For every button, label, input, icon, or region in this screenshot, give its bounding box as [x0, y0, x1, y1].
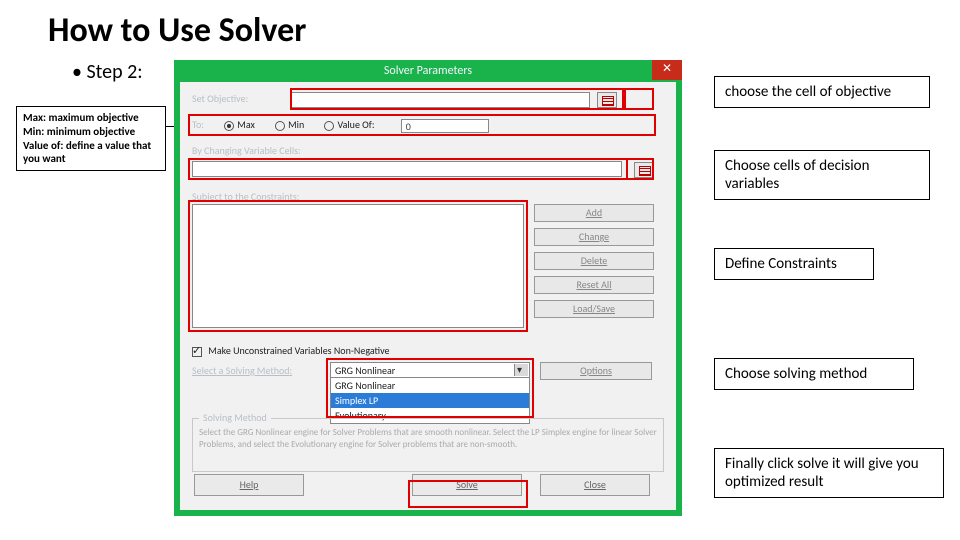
- annotation-objective: choose the cell of objective: [714, 76, 930, 108]
- page-title: How to Use Solver: [48, 10, 306, 51]
- by-changing-label: By Changing Variable Cells:: [192, 144, 301, 157]
- row-by-changing: By Changing Variable Cells:: [192, 144, 664, 177]
- options-button-wrap: Options: [540, 362, 652, 380]
- annotation-solve: Finally click solve it will give you opt…: [714, 448, 944, 498]
- left-note-box: Max: maximum objective Min: minimum obje…: [16, 106, 166, 171]
- radio-dot-icon: [324, 121, 334, 131]
- add-button[interactable]: Add: [534, 204, 654, 222]
- subject-label: Subject to the Constraints:: [192, 190, 664, 203]
- set-objective-label: Set Objective:: [192, 92, 288, 105]
- radio-max[interactable]: Max: [224, 118, 255, 131]
- row-to: To: Max Min Value Of: 0: [192, 118, 664, 133]
- close-button[interactable]: ✕: [652, 60, 682, 80]
- solve-button[interactable]: Solve: [412, 474, 522, 496]
- step-label: • Step 2:: [72, 60, 143, 84]
- nonnegative-label: Make Unconstrained Variables Non-Negativ…: [208, 344, 389, 357]
- dialog-body: Set Objective: To: Max Min Value Of: 0 B…: [180, 82, 676, 510]
- dialog-title: Solver Parameters: [174, 60, 682, 82]
- help-button[interactable]: Help: [194, 474, 304, 496]
- annotation-variables: Choose cells of decision variables: [714, 150, 930, 200]
- nonnegative-checkbox[interactable]: [192, 347, 202, 357]
- load-save-button[interactable]: Load/Save: [534, 300, 654, 318]
- options-button[interactable]: Options: [540, 362, 652, 380]
- variable-cells-input[interactable]: [192, 161, 622, 177]
- left-note-line-3: Value of: define a value that you want: [23, 139, 159, 167]
- reset-all-button[interactable]: Reset All: [534, 276, 654, 294]
- solving-method-header: Solving Method: [199, 411, 271, 424]
- close-dialog-button[interactable]: Close: [540, 474, 650, 496]
- change-button[interactable]: Change: [534, 228, 654, 246]
- method-select-box[interactable]: GRG Nonlinear: [330, 362, 530, 378]
- dialog-footer: Help Solve Close: [180, 474, 676, 504]
- to-label: To:: [192, 118, 222, 131]
- annotation-constraints: Define Constraints: [714, 248, 874, 280]
- chevron-down-icon[interactable]: [514, 364, 528, 376]
- dialog-titlebar: Solver Parameters ✕: [174, 60, 682, 82]
- radio-dot-icon: [275, 121, 285, 131]
- radio-min[interactable]: Min: [275, 118, 304, 131]
- constraints-list[interactable]: [192, 204, 524, 328]
- radio-dot-icon: [224, 121, 234, 131]
- pick-objective-icon[interactable]: [597, 92, 617, 108]
- annotation-method: Choose solving method: [714, 358, 914, 390]
- method-option-simplex[interactable]: Simplex LP: [331, 393, 529, 408]
- method-selector[interactable]: GRG Nonlinear GRG Nonlinear Simplex LP E…: [330, 362, 530, 424]
- method-option-grg[interactable]: GRG Nonlinear: [331, 378, 529, 393]
- set-objective-input[interactable]: [290, 92, 590, 108]
- radio-max-label: Max: [237, 118, 255, 131]
- row-set-objective: Set Objective:: [192, 92, 664, 108]
- pick-cells-icon[interactable]: [634, 162, 654, 178]
- solver-dialog: Solver Parameters ✕ Set Objective: To: M…: [174, 60, 682, 516]
- solving-method-group: Solving Method Select the GRG Nonlinear …: [192, 418, 664, 472]
- solving-method-text: Select the GRG Nonlinear engine for Solv…: [199, 427, 657, 450]
- row-nonnegative: Make Unconstrained Variables Non-Negativ…: [192, 344, 664, 357]
- radio-valof-label: Value Of:: [337, 118, 374, 131]
- value-of-input[interactable]: 0: [401, 119, 489, 133]
- delete-button[interactable]: Delete: [534, 252, 654, 270]
- left-note-line-2: Min: minimum objective: [23, 125, 159, 139]
- radio-value-of[interactable]: Value Of:: [324, 118, 374, 131]
- constraint-buttons: Add Change Delete Reset All Load/Save: [534, 204, 654, 318]
- left-note-line-1: Max: maximum objective: [23, 111, 159, 125]
- radio-min-label: Min: [288, 118, 304, 131]
- method-selected-value: GRG Nonlinear: [335, 364, 395, 377]
